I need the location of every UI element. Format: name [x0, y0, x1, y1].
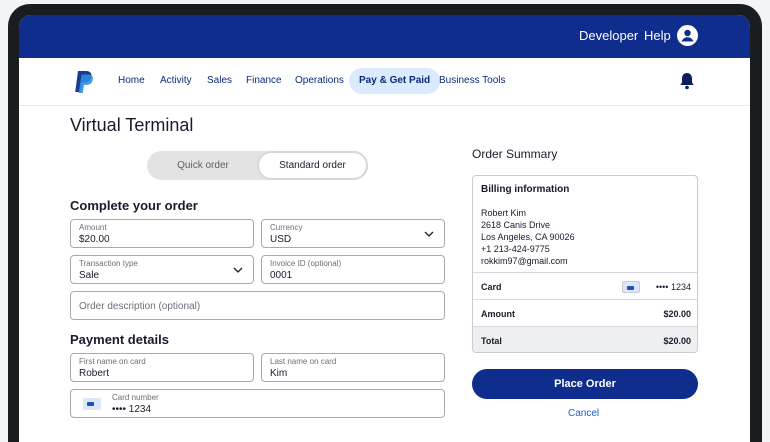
- billing-street: 2618 Canis Drive: [481, 220, 551, 230]
- amount-label: Amount: [79, 223, 107, 232]
- billing-info-heading: Billing information: [481, 184, 570, 195]
- bell-icon[interactable]: [679, 72, 695, 90]
- card-icon: [622, 281, 640, 293]
- summary-card-label: Card: [481, 282, 502, 292]
- amount-value: $20.00: [79, 234, 110, 245]
- invoice-id-label: Invoice ID (optional): [270, 259, 342, 268]
- nav-operations[interactable]: Operations: [295, 75, 344, 86]
- summary-total-value: $20.00: [663, 336, 691, 346]
- main-nav: Home Activity Sales Finance Operations P…: [19, 58, 750, 106]
- chevron-down-icon: [233, 267, 243, 273]
- card-number-label: Card number: [112, 393, 159, 402]
- billing-name: Robert Kim: [481, 208, 527, 218]
- invoice-id-value: 0001: [270, 270, 293, 281]
- top-bar: Developer Help: [19, 15, 750, 58]
- payment-details-heading: Payment details: [70, 332, 169, 347]
- first-name-label: First name on card: [79, 357, 146, 366]
- summary-card-row: Card •••• 1234: [473, 272, 697, 300]
- page-title: Virtual Terminal: [70, 115, 194, 135]
- order-summary-heading: Order Summary: [472, 147, 558, 161]
- invoice-id-field[interactable]: Invoice ID (optional) 0001: [261, 255, 445, 284]
- summary-amount-label: Amount: [481, 309, 515, 319]
- last-name-value: Kim: [270, 368, 288, 379]
- first-name-field[interactable]: First name on card Robert: [70, 353, 254, 382]
- nav-home[interactable]: Home: [118, 75, 145, 86]
- order-description-placeholder: Order description (optional): [79, 301, 201, 312]
- billing-phone: +1 213-424-9775: [481, 244, 550, 254]
- summary-amount-row: Amount $20.00: [473, 299, 697, 327]
- nav-finance[interactable]: Finance: [246, 75, 282, 86]
- last-name-label: Last name on card: [270, 357, 337, 366]
- currency-label: Currency: [270, 223, 303, 232]
- currency-value: USD: [270, 234, 292, 245]
- paypal-logo-icon[interactable]: [73, 70, 95, 94]
- currency-select[interactable]: Currency USD: [261, 219, 445, 248]
- order-summary-panel: Billing information Robert Kim 2618 Cani…: [472, 175, 698, 353]
- quick-order-tab[interactable]: Quick order: [147, 151, 259, 180]
- help-link[interactable]: Help: [644, 28, 671, 43]
- app-screen: Developer Help Home Activity Sales Finan…: [19, 15, 750, 442]
- chevron-down-icon: [424, 231, 434, 237]
- nav-sales[interactable]: Sales: [207, 75, 232, 86]
- first-name-value: Robert: [79, 368, 110, 379]
- cancel-link[interactable]: Cancel: [568, 408, 599, 419]
- card-number-value: •••• 1234: [112, 404, 152, 415]
- order-type-toggle: Quick order Standard order: [147, 151, 368, 180]
- order-description-field[interactable]: Order description (optional): [70, 291, 445, 320]
- card-number-field[interactable]: Card number •••• 1234: [70, 389, 445, 418]
- transaction-type-value: Sale: [79, 270, 100, 281]
- nav-business-tools[interactable]: Business Tools: [439, 75, 506, 86]
- user-avatar-icon[interactable]: [677, 25, 698, 46]
- billing-email: rokkim97@gmail.com: [481, 256, 568, 266]
- summary-amount-value: $20.00: [663, 309, 691, 319]
- developer-link[interactable]: Developer: [579, 28, 638, 43]
- billing-city: Los Angeles, CA 90026: [481, 232, 575, 242]
- transaction-type-label: Transaction type: [79, 259, 138, 268]
- nav-pay-get-paid[interactable]: Pay & Get Paid: [349, 68, 441, 94]
- place-order-button[interactable]: Place Order: [472, 369, 698, 399]
- nav-activity[interactable]: Activity: [160, 75, 192, 86]
- summary-total-label: Total: [481, 336, 502, 346]
- complete-order-heading: Complete your order: [70, 198, 198, 213]
- summary-card-value: •••• 1234: [655, 282, 691, 292]
- summary-total-row: Total $20.00: [473, 326, 697, 352]
- standard-order-tab[interactable]: Standard order: [257, 151, 368, 180]
- card-icon: [83, 398, 101, 410]
- last-name-field[interactable]: Last name on card Kim: [261, 353, 445, 382]
- transaction-type-select[interactable]: Transaction type Sale: [70, 255, 254, 284]
- amount-field[interactable]: Amount $20.00: [70, 219, 254, 248]
